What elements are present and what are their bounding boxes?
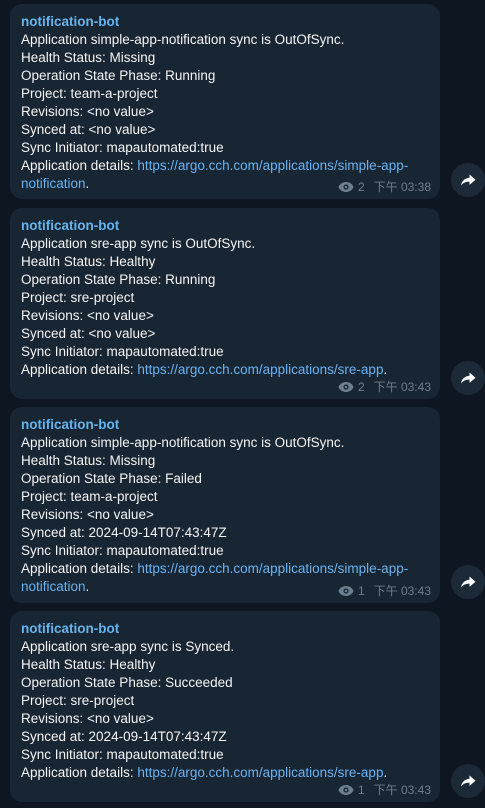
message-line: Synced at: <no value>: [21, 326, 156, 341]
eye-icon: [338, 785, 354, 795]
details-suffix: .: [85, 176, 90, 191]
message-line: Operation State Phase: Succeeded: [21, 675, 233, 690]
message-line: Synced at: <no value>: [21, 122, 156, 137]
message-line: Project: sre-project: [21, 290, 135, 305]
details-suffix: .: [85, 579, 90, 594]
message-meta: 1 下午 03:43: [338, 583, 431, 599]
details-line: Application details: https://argo.cch.co…: [21, 764, 429, 782]
details-link[interactable]: https://argo.cch.com/applications/sre-ap…: [137, 765, 383, 780]
sender-name[interactable]: notification-bot: [21, 13, 429, 31]
view-count: 1: [357, 783, 365, 797]
message-meta: 2 下午 03:38: [338, 179, 431, 195]
details-label: Application details:: [21, 561, 138, 576]
message-bubble[interactable]: notification-bot Application simple-app-…: [10, 407, 440, 603]
message-line: Synced at: 2024-09-14T07:43:47Z: [21, 729, 227, 744]
message-line: Health Status: Missing: [21, 453, 156, 468]
details-suffix: .: [383, 362, 388, 377]
share-forward-icon: [461, 174, 476, 186]
share-forward-button[interactable]: [451, 565, 485, 599]
message-time: 下午 03:43: [373, 783, 431, 797]
message-line: Project: sre-project: [21, 693, 135, 708]
share-forward-icon: [461, 372, 476, 384]
message-meta: 1 下午 03:43: [338, 782, 431, 798]
share-forward-button[interactable]: [451, 163, 485, 197]
share-forward-icon: [461, 775, 476, 787]
details-line: Application details: https://argo.cch.co…: [21, 361, 429, 379]
message-bubble[interactable]: notification-bot Application sre-app syn…: [10, 611, 440, 802]
details-suffix: .: [383, 765, 388, 780]
message-line: Application simple-app-notification sync…: [21, 435, 345, 450]
message-bubble[interactable]: notification-bot Application simple-app-…: [10, 4, 440, 199]
details-label: Application details:: [21, 362, 138, 377]
message-line: Revisions: <no value>: [21, 711, 154, 726]
message-line: Sync Initiator: mapautomated:true: [21, 140, 224, 155]
message-time: 下午 03:43: [373, 584, 431, 598]
message-bubble[interactable]: notification-bot Application sre-app syn…: [10, 208, 440, 399]
share-forward-button[interactable]: [451, 361, 485, 395]
message-line: Health Status: Healthy: [21, 657, 156, 672]
sender-name[interactable]: notification-bot: [21, 217, 429, 235]
message-line: Sync Initiator: mapautomated:true: [21, 344, 224, 359]
message-line: Operation State Phase: Running: [21, 272, 216, 287]
message-line: Revisions: <no value>: [21, 507, 154, 522]
message-line: Operation State Phase: Running: [21, 68, 216, 83]
view-count: 2: [357, 380, 365, 394]
message-line: Sync Initiator: mapautomated:true: [21, 747, 224, 762]
message-line: Health Status: Missing: [21, 50, 156, 65]
message-time: 下午 03:43: [373, 380, 431, 394]
share-forward-icon: [461, 576, 476, 588]
eye-icon: [338, 382, 354, 392]
message-line: Synced at: 2024-09-14T07:43:47Z: [21, 525, 227, 540]
message-line: Health Status: Healthy: [21, 254, 156, 269]
details-label: Application details:: [21, 765, 138, 780]
view-count: 1: [357, 584, 365, 598]
message-line: Application sre-app sync is Synced.: [21, 639, 235, 654]
eye-icon: [338, 586, 354, 596]
eye-icon: [338, 182, 354, 192]
share-forward-button[interactable]: [451, 764, 485, 798]
details-link[interactable]: https://argo.cch.com/applications/sre-ap…: [137, 362, 383, 377]
sender-name[interactable]: notification-bot: [21, 416, 429, 434]
message-line: Application simple-app-notification sync…: [21, 32, 345, 47]
message-line: Application sre-app sync is OutOfSync.: [21, 236, 256, 251]
message-line: Project: team-a-project: [21, 489, 158, 504]
message-meta: 2 下午 03:43: [338, 379, 431, 395]
message-line: Operation State Phase: Failed: [21, 471, 202, 486]
message-line: Revisions: <no value>: [21, 308, 154, 323]
message-line: Revisions: <no value>: [21, 104, 154, 119]
sender-name[interactable]: notification-bot: [21, 620, 429, 638]
details-label: Application details:: [21, 158, 138, 173]
message-time: 下午 03:38: [373, 180, 431, 194]
view-count: 2: [357, 180, 365, 194]
message-line: Project: team-a-project: [21, 86, 158, 101]
message-line: Sync Initiator: mapautomated:true: [21, 543, 224, 558]
